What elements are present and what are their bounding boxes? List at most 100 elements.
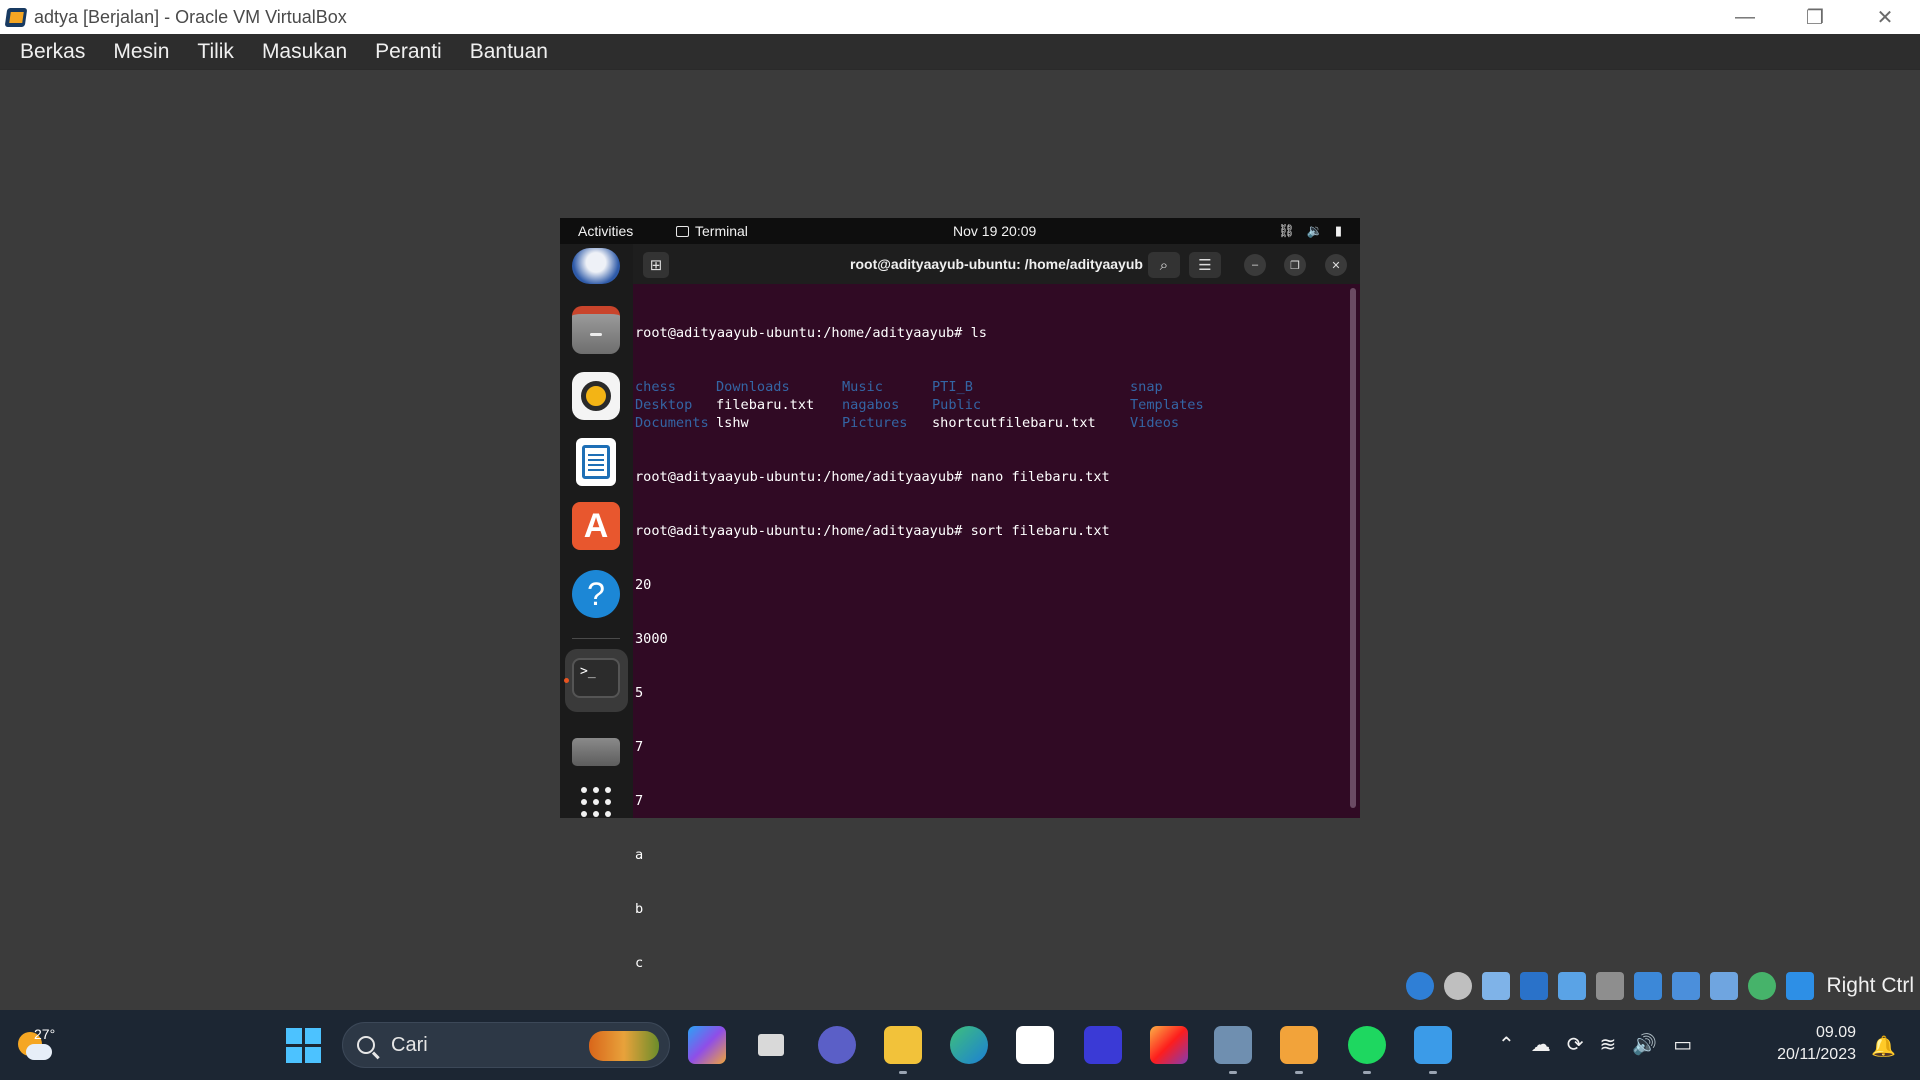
task-view-icon[interactable] (752, 1026, 790, 1064)
menu-button[interactable]: ☰ (1189, 252, 1221, 278)
terminal-dock-icon[interactable]: >_ (572, 658, 620, 698)
sort-output-line: 5 (635, 685, 644, 701)
clock-date: 20/11/2023 (1777, 1046, 1856, 1063)
help-icon[interactable]: ? (572, 570, 620, 618)
ls-entry: Music (842, 379, 883, 395)
hamburger-icon: ☰ (1198, 257, 1212, 274)
command: nano filebaru.txt (970, 469, 1110, 485)
terminal-maximize-button[interactable]: ❐ (1284, 254, 1306, 276)
ls-entry: lshw (716, 415, 749, 431)
sort-output-line: 7 (635, 739, 644, 755)
minimize-icon: — (1735, 5, 1755, 28)
sync-icon[interactable]: ⟳ (1567, 1032, 1584, 1057)
maximize-button[interactable]: ❐ (1780, 0, 1850, 34)
ls-entry: Pictures (842, 415, 908, 431)
teams-icon[interactable] (818, 1026, 856, 1064)
gnome-clock[interactable]: Nov 19 20:09 (953, 223, 1036, 239)
terminal-scrollbar[interactable] (1350, 288, 1356, 808)
chevron-up-icon[interactable]: ⌃ (1498, 1032, 1515, 1057)
virtualization-icon[interactable] (1710, 972, 1739, 1000)
sort-output-line: 7 (635, 793, 644, 809)
optical-drive-icon[interactable] (1444, 972, 1473, 1000)
app-menu-terminal[interactable]: Terminal (676, 223, 748, 239)
minimize-button[interactable]: — (1710, 0, 1780, 34)
ls-entry: snap (1130, 379, 1163, 395)
close-icon: ✕ (1331, 259, 1341, 272)
file-explorer-icon[interactable] (884, 1026, 922, 1074)
prompt: root@adityaayub-ubuntu:/home/adityaayub# (635, 523, 963, 539)
spotify-icon[interactable] (1348, 1026, 1386, 1074)
activities-button[interactable]: Activities (578, 223, 633, 239)
edge-icon[interactable] (950, 1026, 988, 1064)
network-icon[interactable] (1520, 972, 1549, 1000)
system-menu[interactable]: ⛓ 🔉 ▮ (1278, 223, 1342, 239)
ls-entry: Public (932, 397, 982, 413)
weather-widget[interactable]: 27° (12, 1024, 56, 1068)
sort-output-line: b (635, 901, 644, 917)
ls-entry: Desktop (635, 397, 693, 413)
video-capture-icon[interactable] (1672, 972, 1701, 1000)
terminal-minimize-button[interactable]: – (1244, 254, 1266, 276)
start-button[interactable] (284, 1026, 322, 1064)
usb-icon[interactable] (1558, 972, 1587, 1000)
network-icon: ⛓ (1278, 223, 1295, 238)
virtualbox-app-icon (4, 5, 28, 29)
terminal-close-button[interactable]: ✕ (1325, 254, 1347, 276)
show-apps-icon[interactable] (572, 778, 620, 826)
hard-disk-icon[interactable] (1406, 972, 1435, 1000)
onedrive-icon[interactable]: ☁ (1531, 1032, 1551, 1057)
notification-bell-icon[interactable]: 🔔 (1871, 1034, 1896, 1059)
download-icon[interactable] (1786, 972, 1815, 1000)
vm-display[interactable]: Activities Terminal Nov 19 20:09 ⛓ 🔉 ▮ A… (560, 218, 1360, 1079)
restore-icon: ❐ (1290, 259, 1300, 272)
ls-entry: chess (635, 379, 676, 395)
paint-icon[interactable] (1414, 1026, 1452, 1074)
gnome-top-bar: Activities Terminal Nov 19 20:09 ⛓ 🔉 ▮ (560, 218, 1360, 244)
audio-icon[interactable] (1482, 972, 1511, 1000)
wifi-icon[interactable]: ≋ (1600, 1032, 1617, 1057)
instagram-icon[interactable] (1150, 1026, 1188, 1064)
files-icon[interactable] (572, 306, 620, 354)
ls-entry: shortcutfilebaru.txt (932, 415, 1096, 431)
drive-icon[interactable] (572, 738, 620, 766)
thunderbird-icon[interactable] (572, 248, 620, 284)
search-button[interactable]: ⌕ (1148, 252, 1180, 278)
ls-entry: Documents (635, 415, 709, 431)
running-indicator (564, 678, 569, 683)
ls-entry: Videos (1130, 415, 1180, 431)
ls-entry: filebaru.txt (716, 397, 815, 413)
menu-berkas[interactable]: Berkas (20, 40, 85, 64)
ls-entry: nagabos (842, 397, 900, 413)
ls-entry: Downloads (716, 379, 790, 395)
menu-peranti[interactable]: Peranti (375, 40, 442, 64)
sublime-icon[interactable] (1280, 1026, 1318, 1074)
menu-masukan[interactable]: Masukan (262, 40, 347, 64)
menu-bantuan[interactable]: Bantuan (470, 40, 548, 64)
prompt: root@adityaayub-ubuntu:/home/adityaayub# (635, 469, 963, 485)
libreoffice-writer-icon[interactable] (576, 438, 616, 486)
terminal-line: root@adityaayub-ubuntu:/home/adityaayub#… (635, 522, 1335, 540)
battery-icon[interactable]: ▭ (1673, 1032, 1692, 1057)
volume-icon[interactable]: 🔊 (1632, 1032, 1657, 1057)
close-button[interactable]: ✕ (1850, 0, 1920, 34)
taskbar-clock[interactable]: 09.09 20/11/2023 (1777, 1022, 1856, 1066)
sort-output-line: a (635, 847, 644, 863)
terminal-output[interactable]: root@adityaayub-ubuntu:/home/adityaayub#… (635, 288, 1335, 1079)
menu-tilik[interactable]: Tilik (197, 40, 234, 64)
display-icon[interactable] (1634, 972, 1663, 1000)
microsoft-store-icon[interactable] (1016, 1026, 1054, 1064)
rhythmbox-icon[interactable] (572, 372, 620, 420)
window-title: adtya [Berjalan] - Oracle VM VirtualBox (34, 6, 347, 27)
ubuntu-software-icon[interactable]: A (572, 502, 620, 550)
windows-taskbar: 27° Cari ⌃ ☁ ⟳ ≋ 🔊 ▭ 09.09 20/11/2023 🔔 (0, 1010, 1920, 1080)
search-placeholder: Cari (391, 1033, 428, 1056)
shared-folders-icon[interactable] (1596, 972, 1625, 1000)
copilot-icon[interactable] (688, 1026, 726, 1064)
menu-mesin[interactable]: Mesin (113, 40, 169, 64)
taskbar-search[interactable]: Cari (342, 1022, 670, 1068)
virtualbox-icon[interactable] (1214, 1026, 1252, 1074)
ls-output: chess Desktop Documents Downloads fileba… (635, 378, 1335, 432)
vbox-status-bar: Right Ctrl (1406, 964, 1920, 1008)
guest-additions-icon[interactable] (1748, 972, 1777, 1000)
app-icon[interactable] (1084, 1026, 1122, 1064)
